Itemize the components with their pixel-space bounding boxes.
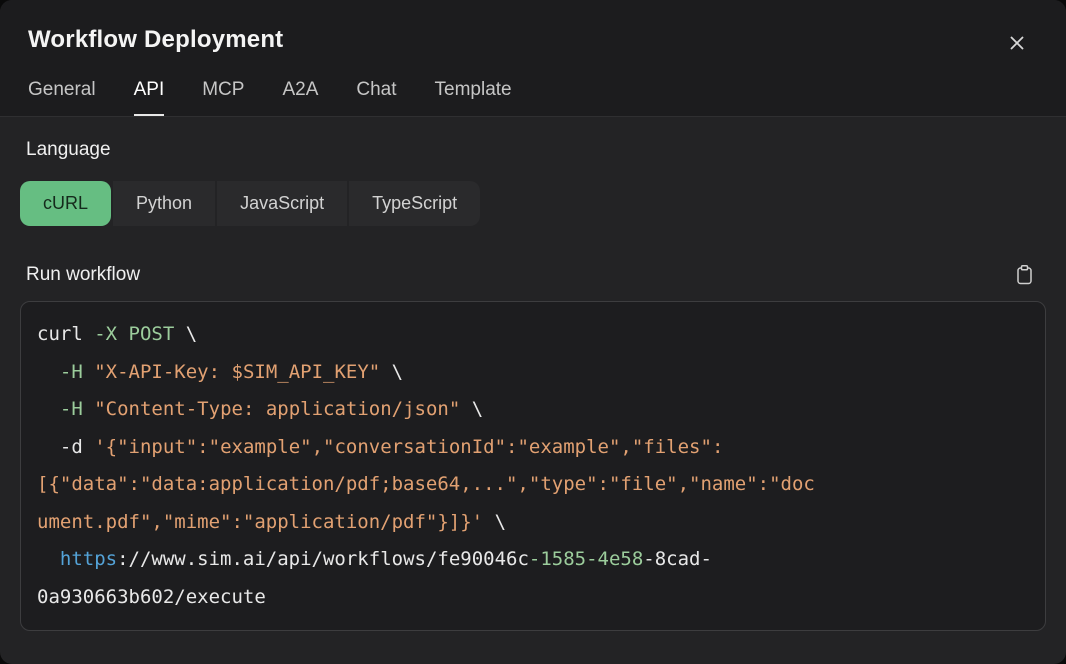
run-workflow-row: Run workflow bbox=[20, 262, 1046, 287]
language-option-typescript[interactable]: TypeScript bbox=[349, 181, 480, 226]
language-label: Language bbox=[26, 139, 1046, 161]
tab-template[interactable]: Template bbox=[435, 79, 512, 116]
language-option-python[interactable]: Python bbox=[113, 181, 215, 226]
code-line: -H "Content-Type: application/json" \ bbox=[37, 391, 1029, 429]
code-block[interactable]: curl -X POST \ -H "X-API-Key: $SIM_API_K… bbox=[20, 301, 1046, 631]
code-line: [{"data":"data:application/pdf;base64,..… bbox=[37, 466, 1029, 504]
code-line: https://www.sim.ai/api/workflows/fe90046… bbox=[37, 541, 1029, 579]
language-selector: cURLPythonJavaScriptTypeScript bbox=[20, 181, 480, 226]
workflow-deployment-dialog: Workflow Deployment General API MCP A2A Chat… bbox=[0, 0, 1066, 664]
code-line: curl -X POST \ bbox=[37, 316, 1029, 354]
title-row: Workflow Deployment bbox=[28, 26, 1038, 58]
tab-chat[interactable]: Chat bbox=[356, 79, 396, 116]
code-line: -d '{"input":"example","conversationId":… bbox=[37, 429, 1029, 467]
tab-api[interactable]: API bbox=[134, 79, 165, 116]
close-icon bbox=[1006, 32, 1028, 54]
tab-mcp[interactable]: MCP bbox=[202, 79, 244, 116]
copy-button[interactable] bbox=[1013, 262, 1036, 287]
code-line: -H "X-API-Key: $SIM_API_KEY" \ bbox=[37, 354, 1029, 392]
clipboard-icon bbox=[1015, 264, 1034, 285]
run-workflow-label: Run workflow bbox=[26, 264, 140, 286]
close-button[interactable] bbox=[1002, 28, 1032, 58]
code-line: ument.pdf","mime":"application/pdf"}]}' … bbox=[37, 504, 1029, 542]
tab-bar: General API MCP A2A Chat Template bbox=[28, 79, 1038, 116]
dialog-content: Language cURLPythonJavaScriptTypeScript … bbox=[0, 117, 1066, 664]
tab-general[interactable]: General bbox=[28, 79, 96, 116]
language-option-curl[interactable]: cURL bbox=[20, 181, 111, 226]
dialog-title: Workflow Deployment bbox=[28, 26, 283, 54]
tab-a2a[interactable]: A2A bbox=[282, 79, 318, 116]
dialog-header: Workflow Deployment General API MCP A2A Chat… bbox=[0, 0, 1066, 117]
language-option-javascript[interactable]: JavaScript bbox=[217, 181, 347, 226]
code-line: 0a930663b602/execute bbox=[37, 579, 1029, 617]
